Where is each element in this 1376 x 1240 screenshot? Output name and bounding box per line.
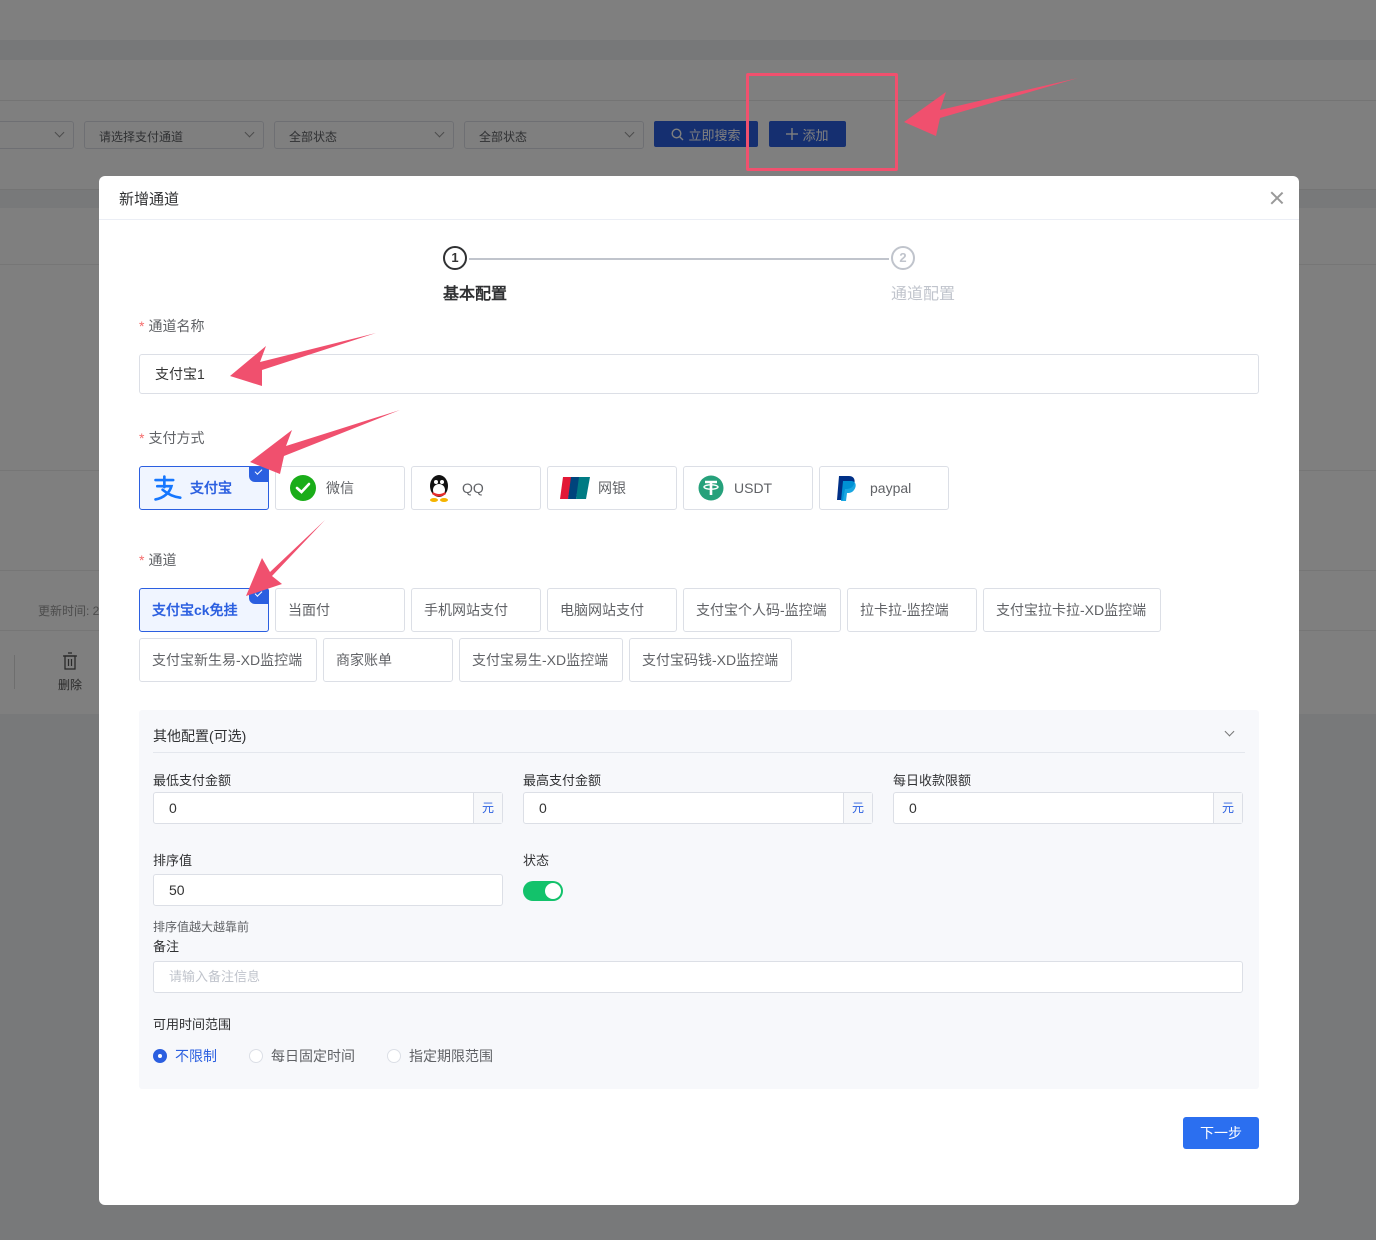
annotation-highlight-box	[746, 73, 898, 171]
pay-method-wechat[interactable]: 微信	[275, 466, 405, 510]
pay-method-qq[interactable]: QQ	[411, 466, 541, 510]
max-amount-label: 最高支付金额	[523, 773, 602, 788]
channel-option[interactable]: 支付宝码钱-XD监控端	[629, 638, 792, 682]
daily-limit-input[interactable]: 0 元	[893, 792, 1243, 824]
check-icon	[249, 466, 269, 482]
pay-method-alipay[interactable]: 支付宝	[139, 466, 269, 510]
pay-method-unionpay[interactable]: 网银	[547, 466, 677, 510]
status-toggle[interactable]	[523, 881, 563, 901]
max-amount-input[interactable]: 0 元	[523, 792, 873, 824]
step-connector	[469, 258, 889, 260]
qq-icon	[424, 473, 454, 503]
pay-method-label: * 支付方式	[139, 430, 205, 446]
wechat-icon	[288, 473, 318, 503]
time-option-unlimited[interactable]: 不限制	[153, 1046, 217, 1066]
channel-type-label: * 通道	[139, 552, 177, 568]
dialog-title: 新增通道	[99, 176, 1299, 220]
alipay-icon	[152, 473, 182, 503]
check-icon	[249, 588, 269, 604]
min-amount-label: 最低支付金额	[153, 773, 232, 788]
other-config-title[interactable]: 其他配置(可选)	[153, 726, 246, 746]
step-1-label: 基本配置	[443, 286, 508, 303]
sort-input[interactable]: 50	[153, 874, 503, 906]
channel-option[interactable]: 支付宝拉卡拉-XD监控端	[983, 588, 1161, 632]
time-option-daily-fixed[interactable]: 每日固定时间	[249, 1046, 355, 1066]
channel-option[interactable]: 当面付	[275, 588, 405, 632]
channel-option[interactable]: 支付宝新生易-XD监控端	[139, 638, 317, 682]
remark-input[interactable]: 请输入备注信息	[153, 961, 1243, 993]
close-icon[interactable]	[1271, 192, 1283, 204]
status-label: 状态	[523, 853, 550, 868]
min-amount-input[interactable]: 0 元	[153, 792, 503, 824]
other-config-panel: 其他配置(可选) 最低支付金额 0 元 最高支付金额 0 元 每日收款限额 0 …	[139, 710, 1259, 1089]
remark-label: 备注	[153, 939, 180, 954]
pay-method-paypal[interactable]: paypal	[819, 466, 949, 510]
next-step-button[interactable]: 下一步	[1183, 1117, 1259, 1149]
sort-label: 排序值	[153, 853, 193, 868]
steps: 1 2 基本配置 通道配置	[443, 246, 1003, 306]
add-channel-dialog: 新增通道 1 2 基本配置 通道配置 * 通道名称 支付宝1 * 支付方式 支付宝 …	[99, 176, 1299, 1205]
step-1-circle: 1	[443, 246, 467, 270]
pay-method-usdt[interactable]: USDT	[683, 466, 813, 510]
channel-option[interactable]: 拉卡拉-监控端	[847, 588, 977, 632]
usdt-icon	[696, 473, 726, 503]
step-2-circle: 2	[891, 246, 915, 270]
channel-option[interactable]: 电脑网站支付	[547, 588, 677, 632]
channel-option[interactable]: 支付宝ck免挂	[139, 588, 269, 632]
step-2-label: 通道配置	[891, 286, 956, 303]
channel-name-input[interactable]: 支付宝1	[139, 354, 1259, 394]
channel-option[interactable]: 商家账单	[323, 638, 453, 682]
channel-option[interactable]: 支付宝易生-XD监控端	[459, 638, 623, 682]
channel-name-label: * 通道名称	[139, 318, 205, 334]
unionpay-icon	[560, 473, 590, 503]
channel-option[interactable]: 支付宝个人码-监控端	[683, 588, 841, 632]
time-option-date-range[interactable]: 指定期限范围	[387, 1046, 493, 1066]
paypal-icon	[832, 473, 862, 503]
channel-option[interactable]: 手机网站支付	[411, 588, 541, 632]
time-range-label: 可用时间范围	[153, 1017, 232, 1032]
daily-limit-label: 每日收款限额	[893, 773, 972, 788]
sort-hint: 排序值越大越靠前	[153, 920, 250, 934]
chevron-down-icon[interactable]	[1224, 726, 1235, 737]
